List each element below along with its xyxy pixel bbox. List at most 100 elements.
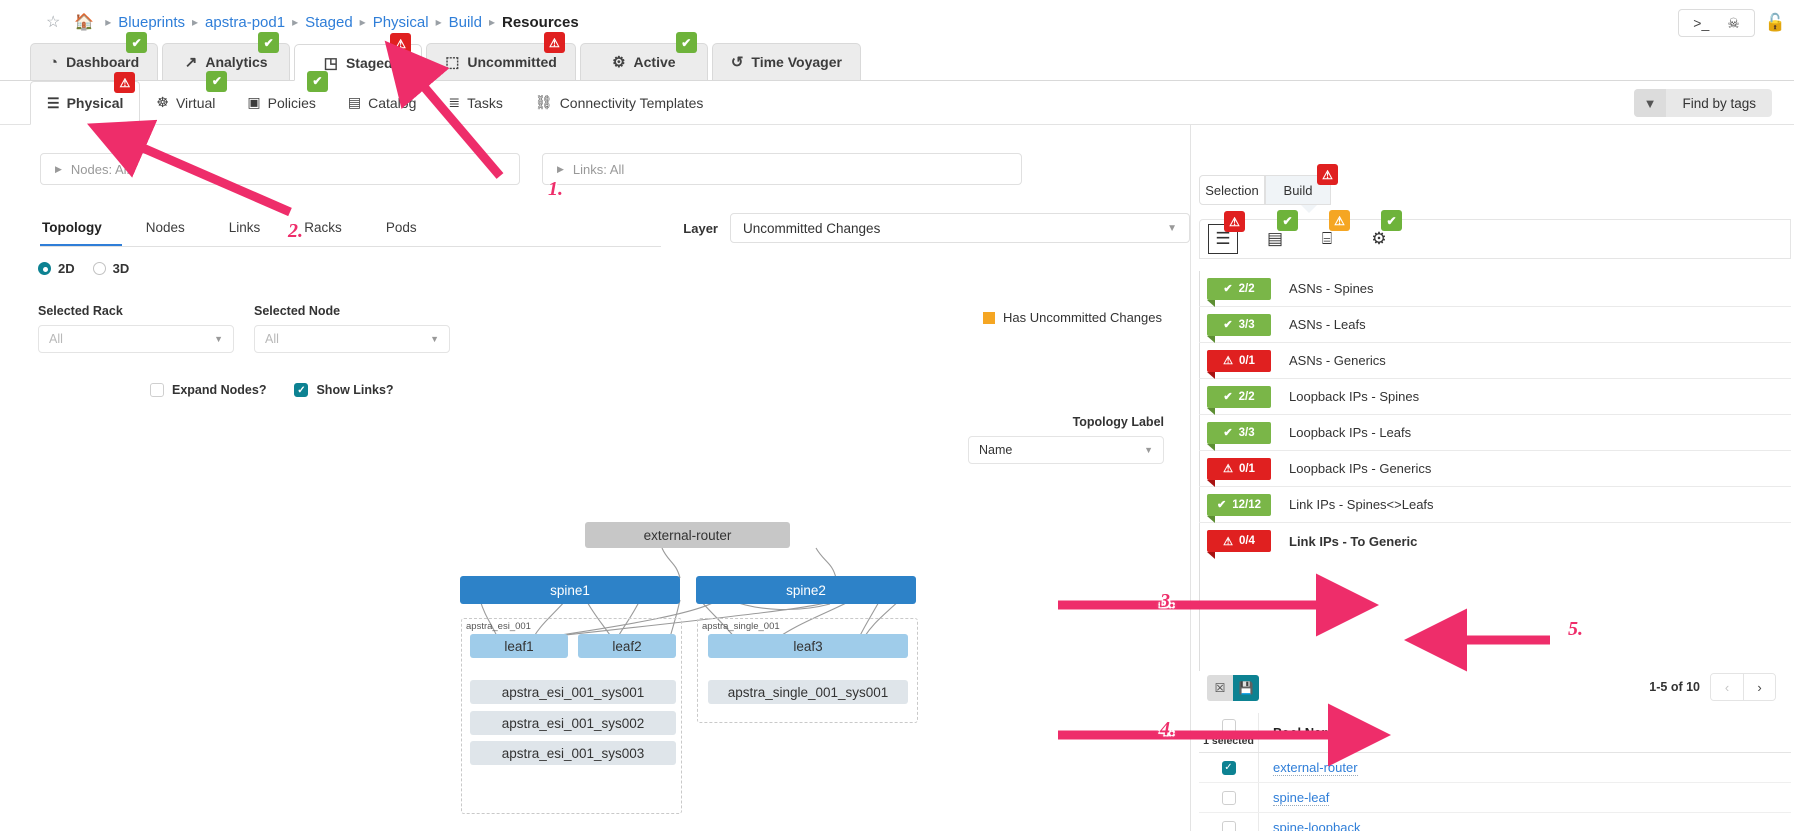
- top-right-toolbar: >_ ☠ 🔓: [1678, 9, 1786, 37]
- viewtab-nodes[interactable]: Nodes: [144, 214, 205, 246]
- radio-dot: [38, 262, 51, 275]
- rp-tab-build[interactable]: Build ⚠: [1265, 175, 1331, 205]
- row-checkbox[interactable]: [1222, 791, 1236, 805]
- filter-icon: ▼: [1634, 89, 1667, 117]
- pool-link-spine-leaf[interactable]: spine-leaf: [1273, 790, 1329, 806]
- topology-node-single-sys001[interactable]: apstra_single_001_sys001: [708, 680, 908, 704]
- uncommitted-icon: ⬚: [445, 53, 459, 71]
- table-row[interactable]: spine-leaf: [1199, 783, 1791, 813]
- resource-row-asns-leafs[interactable]: ✔ 3/3 ASNs - Leafs: [1199, 307, 1791, 343]
- subtab-policies[interactable]: ▣ Policies ✔: [231, 81, 331, 125]
- show-links-checkbox[interactable]: ✓ Show Links?: [294, 383, 393, 397]
- breadcrumb-item-staged[interactable]: Staged: [305, 14, 353, 31]
- save-button[interactable]: 💾: [1233, 675, 1259, 701]
- topology-node-spine1[interactable]: spine1: [460, 576, 680, 604]
- row-checkbox-cell: ✓: [1199, 753, 1259, 782]
- selected-rack-select[interactable]: All ▼: [38, 325, 234, 353]
- select-all-checkbox[interactable]: [1222, 719, 1236, 733]
- topology-node-leaf2[interactable]: leaf2: [578, 634, 676, 658]
- topology-label-value: Name: [979, 443, 1012, 457]
- resource-row-loopback-leafs[interactable]: ✔ 3/3 Loopback IPs - Leafs: [1199, 415, 1791, 451]
- topology-node-external-router[interactable]: external-router: [585, 522, 790, 548]
- tab-active[interactable]: ⚙ Active ✔: [580, 43, 708, 80]
- selected-node-select[interactable]: All ▼: [254, 325, 450, 353]
- star-icon[interactable]: ☆: [46, 12, 60, 32]
- viewtab-links[interactable]: Links: [227, 214, 281, 246]
- resources-icon[interactable]: ☰ ⚠: [1208, 224, 1238, 254]
- topology-label-select[interactable]: Name ▼: [968, 436, 1164, 464]
- viewtab-racks[interactable]: Racks: [302, 214, 362, 246]
- annotation-4: 4.: [1160, 718, 1175, 741]
- unlock-icon[interactable]: 🔓: [1765, 13, 1786, 33]
- topology-node-esi-sys002[interactable]: apstra_esi_001_sys002: [470, 711, 676, 735]
- devices-icon[interactable]: ▤ ✔: [1260, 224, 1290, 254]
- table-row[interactable]: ✓ external-router: [1199, 753, 1791, 783]
- bug-icon[interactable]: ☠: [1727, 16, 1740, 30]
- breadcrumb-item-physical[interactable]: Physical: [373, 14, 429, 31]
- staged-icon: ◳: [324, 54, 338, 72]
- check-icon: ✔: [1223, 426, 1232, 439]
- subtab-connectivity-templates[interactable]: ⛓ Connectivity Templates: [519, 81, 719, 125]
- cabling-icon[interactable]: ⌸ ⚠: [1312, 224, 1342, 254]
- view-tabs-row: Topology Nodes Links Racks Pods Layer Un…: [0, 213, 1190, 247]
- annotation-1: 1.: [548, 178, 563, 201]
- home-icon[interactable]: 🏠: [74, 12, 94, 32]
- breadcrumb-item-apstra-pod1[interactable]: apstra-pod1: [205, 14, 285, 31]
- pagination-prev-button[interactable]: ‹: [1711, 674, 1743, 700]
- resource-row-loopback-generics[interactable]: ⚠ 0/1 Loopback IPs - Generics: [1199, 451, 1791, 487]
- breadcrumb-item-build[interactable]: Build: [449, 14, 482, 31]
- subtab-catalog[interactable]: ▤ Catalog: [332, 81, 433, 125]
- resource-row-asns-spines[interactable]: ✔ 2/2 ASNs - Spines: [1199, 271, 1791, 307]
- topology-node-esi-sys003[interactable]: apstra_esi_001_sys003: [470, 741, 676, 765]
- subtab-physical[interactable]: ☰ Physical ⚠: [30, 81, 140, 125]
- config-icon[interactable]: ⚙ ✔: [1364, 224, 1394, 254]
- resource-count: 2/2: [1239, 283, 1255, 295]
- topology-node-leaf3[interactable]: leaf3: [708, 634, 908, 658]
- radio-3d[interactable]: 3D: [93, 261, 130, 276]
- row-checkbox-cell: [1199, 783, 1259, 812]
- row-checkbox[interactable]: ✓: [1222, 761, 1236, 775]
- subtab-tasks[interactable]: ≣ Tasks: [432, 81, 519, 125]
- nodes-filter[interactable]: ▶ Nodes: All: [40, 153, 520, 185]
- tab-uncommitted[interactable]: ⬚ Uncommitted ⚠: [426, 43, 576, 80]
- radio-2d[interactable]: 2D: [38, 261, 75, 276]
- pool-link-spine-loopback[interactable]: spine-loopback: [1273, 820, 1360, 831]
- breadcrumb-item-blueprints[interactable]: Blueprints: [118, 14, 185, 31]
- virtual-icon: ☸: [156, 94, 169, 111]
- resource-name: Loopback IPs - Spines: [1289, 389, 1419, 404]
- topology-checkboxes: Expand Nodes? ✓ Show Links?: [0, 383, 1190, 397]
- terminal-icon[interactable]: >_: [1693, 16, 1709, 30]
- cancel-button[interactable]: ☒: [1207, 675, 1233, 701]
- topology-node-esi-sys001[interactable]: apstra_esi_001_sys001: [470, 680, 676, 704]
- tab-dashboard[interactable]: ◔ Dashboard ✔: [30, 43, 158, 80]
- subtab-virtual[interactable]: ☸ Virtual ✔: [140, 81, 231, 125]
- selected-rack-group: Selected Rack All ▼: [38, 304, 234, 353]
- resource-row-loopback-spines[interactable]: ✔ 2/2 Loopback IPs - Spines: [1199, 379, 1791, 415]
- pool-table-header: 1 selected Pool Name: [1199, 713, 1791, 753]
- pool-link-external-router[interactable]: external-router: [1273, 760, 1358, 776]
- selected-node-value: All: [265, 332, 279, 346]
- selected-count: 1 selected: [1203, 735, 1254, 747]
- resource-row-linkips-to-generic[interactable]: ⚠ 0/4 Link IPs - To Generic: [1199, 523, 1791, 559]
- viewtab-topology[interactable]: Topology: [40, 214, 122, 246]
- breadcrumb-separator: ▸: [292, 15, 298, 29]
- expand-nodes-checkbox[interactable]: Expand Nodes?: [150, 383, 266, 397]
- tab-time-voyager[interactable]: ↺ Time Voyager: [712, 43, 861, 80]
- topology-node-spine2[interactable]: spine2: [696, 576, 916, 604]
- topology-pane: ▶ Nodes: All ▶ Links: All Topology Nodes…: [0, 125, 1190, 831]
- row-checkbox[interactable]: [1222, 821, 1236, 831]
- table-row[interactable]: spine-loopback: [1199, 813, 1791, 831]
- radio-label: 3D: [113, 261, 130, 276]
- resource-count-badge: ⚠ 0/4: [1207, 530, 1271, 552]
- chevron-down-icon: ▼: [1167, 223, 1177, 234]
- warning-icon: ⚠: [1223, 354, 1233, 367]
- resource-row-asns-generics[interactable]: ⚠ 0/1 ASNs - Generics: [1199, 343, 1791, 379]
- layer-select[interactable]: Uncommitted Changes ▼: [730, 213, 1190, 243]
- resource-row-linkips-spines-leafs[interactable]: ✔ 12/12 Link IPs - Spines<>Leafs: [1199, 487, 1791, 523]
- pagination-next-button[interactable]: ›: [1743, 674, 1775, 700]
- topology-node-leaf1[interactable]: leaf1: [470, 634, 568, 658]
- links-filter[interactable]: ▶ Links: All: [542, 153, 1022, 185]
- viewtab-pods[interactable]: Pods: [384, 214, 437, 246]
- rp-tab-selection[interactable]: Selection: [1199, 175, 1265, 205]
- find-by-tags-button[interactable]: ▼ Find by tags: [1634, 89, 1772, 117]
